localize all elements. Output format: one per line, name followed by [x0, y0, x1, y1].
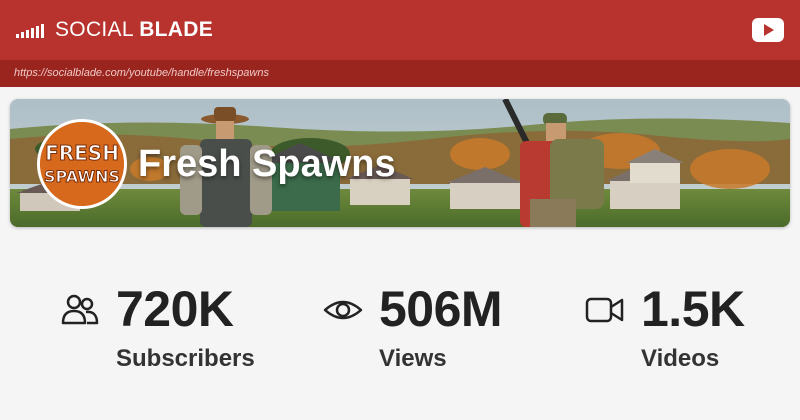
svg-text:SPAWNS: SPAWNS	[44, 167, 120, 186]
views-label: Views	[379, 345, 447, 372]
url-bar: https://socialblade.com/youtube/handle/f…	[0, 60, 800, 87]
brand-name: SOCIAL BLADE	[55, 18, 214, 41]
users-icon	[61, 294, 99, 325]
videos-value: 1.5K	[641, 281, 745, 337]
page-url[interactable]: https://socialblade.com/youtube/handle/f…	[14, 67, 269, 79]
subscribers-label: Subscribers	[116, 345, 255, 372]
channel-banner: FRESH SPAWNS Fresh Spawns	[10, 99, 790, 227]
videos-label: Videos	[641, 345, 720, 372]
video-camera-icon	[585, 297, 624, 323]
socialblade-logo[interactable]: SOCIAL BLADE	[16, 18, 213, 42]
views-value: 506M	[379, 281, 503, 337]
stats-row: 720K Subscribers 506M Views 1.5K Videos	[0, 270, 800, 390]
eye-icon	[323, 300, 363, 320]
channel-name[interactable]: Fresh Spawns	[138, 143, 396, 186]
top-header: SOCIAL BLADE	[0, 0, 800, 60]
subscribers-value: 720K	[116, 281, 234, 337]
svg-text:FRESH: FRESH	[45, 141, 119, 165]
youtube-icon[interactable]	[752, 18, 784, 42]
channel-avatar[interactable]: FRESH SPAWNS	[37, 119, 127, 209]
banner-image	[10, 99, 790, 227]
signal-bars-icon	[16, 22, 44, 38]
